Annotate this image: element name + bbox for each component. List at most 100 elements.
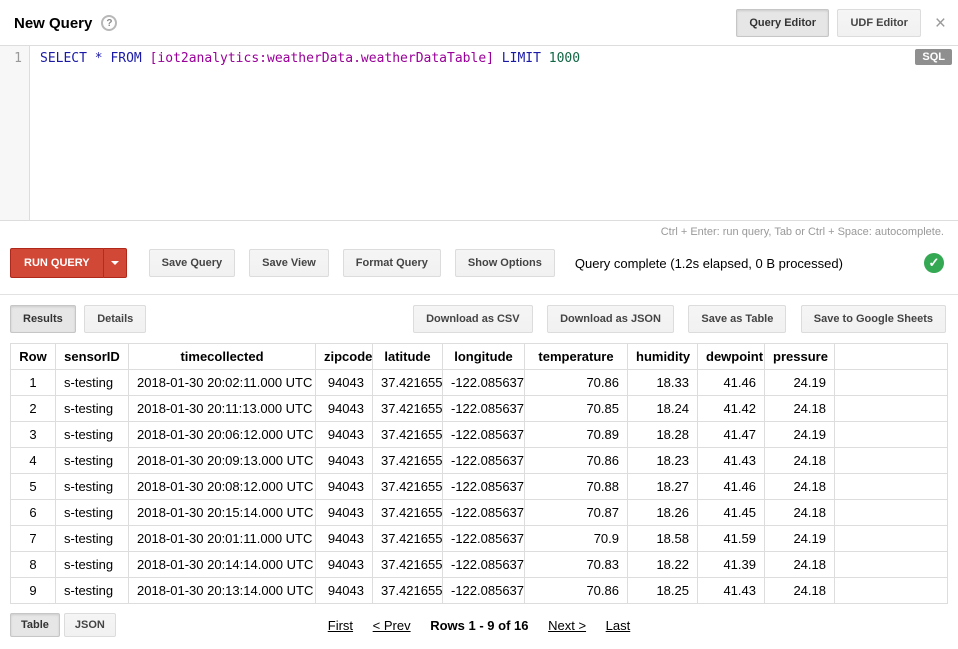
cell-timecollected: 2018-01-30 20:14:14.000 UTC	[129, 552, 316, 578]
pagination-next-link[interactable]: Next >	[548, 618, 586, 633]
cell-humidity: 18.25	[628, 578, 698, 604]
query-status-text: Query complete (1.2s elapsed, 0 B proces…	[575, 256, 843, 271]
cell-temperature: 70.88	[525, 474, 628, 500]
header-dewpoint: dewpoint	[698, 344, 765, 370]
cell-humidity: 18.33	[628, 370, 698, 396]
cell-row-number: 1	[11, 370, 56, 396]
pagination-prev-link[interactable]: < Prev	[373, 618, 411, 633]
run-query-dropdown[interactable]	[103, 248, 127, 278]
cell-sensor-id: s-testing	[56, 396, 129, 422]
table-row: 9 s-testing 2018-01-30 20:13:14.000 UTC …	[11, 578, 948, 604]
cell-temperature: 70.83	[525, 552, 628, 578]
cell-zipcode: 94043	[316, 370, 373, 396]
cell-longitude: -122.085637	[443, 396, 525, 422]
cell-sensor-id: s-testing	[56, 526, 129, 552]
results-tabs: Results Details	[10, 305, 150, 333]
help-icon[interactable]: ?	[101, 15, 117, 31]
cell-latitude: 37.421655	[373, 370, 443, 396]
cell-row-number: 2	[11, 396, 56, 422]
cell-timecollected: 2018-01-30 20:06:12.000 UTC	[129, 422, 316, 448]
sql-table-reference: [iot2analytics:weatherData.weatherDataTa…	[150, 51, 494, 66]
close-icon[interactable]: ×	[935, 14, 946, 33]
results-table-header: Row sensorID timecollected zipcode latit…	[11, 344, 948, 370]
cell-empty	[835, 474, 948, 500]
save-to-sheets-button[interactable]: Save to Google Sheets	[801, 305, 946, 333]
download-json-button[interactable]: Download as JSON	[547, 305, 674, 333]
cell-row-number: 6	[11, 500, 56, 526]
header-temperature: temperature	[525, 344, 628, 370]
cell-zipcode: 94043	[316, 448, 373, 474]
save-query-button[interactable]: Save Query	[149, 249, 236, 277]
cell-temperature: 70.85	[525, 396, 628, 422]
cell-temperature: 70.86	[525, 448, 628, 474]
cell-zipcode: 94043	[316, 578, 373, 604]
cell-temperature: 70.9	[525, 526, 628, 552]
cell-empty	[835, 422, 948, 448]
tab-results[interactable]: Results	[10, 305, 76, 333]
cell-pressure: 24.18	[765, 552, 835, 578]
table-row: 6 s-testing 2018-01-30 20:15:14.000 UTC …	[11, 500, 948, 526]
query-editor: 1 SELECT * FROM [iot2analytics:weatherDa…	[0, 45, 958, 221]
cell-timecollected: 2018-01-30 20:15:14.000 UTC	[129, 500, 316, 526]
cell-row-number: 8	[11, 552, 56, 578]
sql-limit-number: 1000	[549, 51, 580, 66]
view-table-button[interactable]: Table	[10, 613, 60, 637]
cell-latitude: 37.421655	[373, 500, 443, 526]
cell-temperature: 70.89	[525, 422, 628, 448]
cell-sensor-id: s-testing	[56, 500, 129, 526]
cell-timecollected: 2018-01-30 20:02:11.000 UTC	[129, 370, 316, 396]
header-zipcode: zipcode	[316, 344, 373, 370]
cell-row-number: 3	[11, 422, 56, 448]
cell-row-number: 4	[11, 448, 56, 474]
save-view-button[interactable]: Save View	[249, 249, 329, 277]
cell-dewpoint: 41.43	[698, 578, 765, 604]
format-query-button[interactable]: Format Query	[343, 249, 441, 277]
cell-pressure: 24.19	[765, 422, 835, 448]
sql-keyword-from: FROM	[110, 51, 141, 66]
pagination-last-link[interactable]: Last	[606, 618, 631, 633]
cell-row-number: 5	[11, 474, 56, 500]
table-row: 2 s-testing 2018-01-30 20:11:13.000 UTC …	[11, 396, 948, 422]
query-header: New Query ? Query Editor UDF Editor ×	[0, 0, 958, 45]
save-as-table-button[interactable]: Save as Table	[688, 305, 786, 333]
editor-mode-toggle: Query Editor UDF Editor	[732, 9, 921, 37]
sql-star-token: *	[95, 51, 103, 66]
cell-latitude: 37.421655	[373, 474, 443, 500]
table-row: 4 s-testing 2018-01-30 20:09:13.000 UTC …	[11, 448, 948, 474]
results-bar: Results Details Download as CSV Download…	[0, 295, 958, 341]
cell-longitude: -122.085637	[443, 474, 525, 500]
sql-keyword-limit: LIMIT	[502, 51, 541, 66]
cell-row-number: 9	[11, 578, 56, 604]
cell-dewpoint: 41.46	[698, 370, 765, 396]
sql-mode-badge: SQL	[915, 49, 952, 65]
show-options-button[interactable]: Show Options	[455, 249, 555, 277]
cell-empty	[835, 448, 948, 474]
cell-timecollected: 2018-01-30 20:13:14.000 UTC	[129, 578, 316, 604]
cell-dewpoint: 41.42	[698, 396, 765, 422]
cell-empty	[835, 552, 948, 578]
tab-details[interactable]: Details	[84, 305, 146, 333]
cell-zipcode: 94043	[316, 422, 373, 448]
run-query-button[interactable]: RUN QUERY	[10, 248, 103, 278]
cell-latitude: 37.421655	[373, 526, 443, 552]
cell-latitude: 37.421655	[373, 422, 443, 448]
query-editor-input[interactable]: SELECT * FROM [iot2analytics:weatherData…	[30, 46, 958, 220]
cell-zipcode: 94043	[316, 526, 373, 552]
cell-dewpoint: 41.39	[698, 552, 765, 578]
cell-dewpoint: 41.46	[698, 474, 765, 500]
cell-empty	[835, 370, 948, 396]
cell-dewpoint: 41.59	[698, 526, 765, 552]
cell-pressure: 24.19	[765, 526, 835, 552]
pagination-first-link[interactable]: First	[328, 618, 353, 633]
cell-latitude: 37.421655	[373, 448, 443, 474]
query-editor-tab[interactable]: Query Editor	[736, 9, 829, 37]
cell-sensor-id: s-testing	[56, 422, 129, 448]
udf-editor-tab[interactable]: UDF Editor	[837, 9, 920, 37]
cell-longitude: -122.085637	[443, 500, 525, 526]
page-title: New Query	[14, 15, 92, 32]
cell-longitude: -122.085637	[443, 526, 525, 552]
cell-humidity: 18.22	[628, 552, 698, 578]
header-humidity: humidity	[628, 344, 698, 370]
view-json-button[interactable]: JSON	[64, 613, 116, 637]
download-csv-button[interactable]: Download as CSV	[413, 305, 533, 333]
